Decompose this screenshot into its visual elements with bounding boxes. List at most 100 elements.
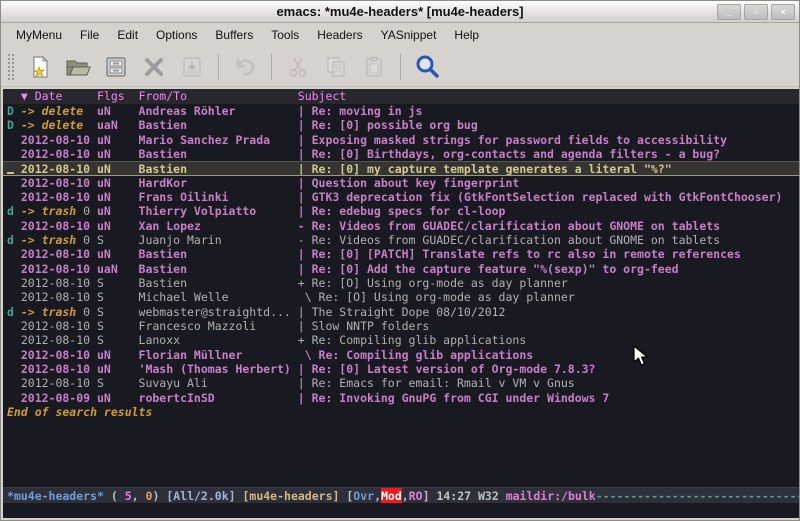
message-row[interactable]: 2012-08-10SLanoxx+ Re: Compiling glib ap… <box>3 333 799 347</box>
close-buffer-icon[interactable] <box>137 51 171 83</box>
message-row[interactable]: 2012-08-10SMichael Welle \ Re: [O] Using… <box>3 290 799 304</box>
undo-icon <box>228 51 262 83</box>
column-subject[interactable]: Subject <box>298 89 799 104</box>
mark-letter <box>7 333 21 347</box>
message-row[interactable]: 2012-08-10SFrancesco Mazzoli| Slow NNTP … <box>3 319 799 333</box>
toolbar-grip[interactable] <box>7 53 15 81</box>
message-row[interactable]: 2012-08-10uNHardKor| Question about key … <box>3 176 799 190</box>
menu-options[interactable]: Options <box>147 25 206 45</box>
menu-mymenu[interactable]: MyMenu <box>7 25 71 45</box>
message-row[interactable]: d-> trash 0SJuanjo Marin- Re: Videos fro… <box>3 233 799 247</box>
column-from-to[interactable]: From/To <box>139 89 298 104</box>
from-cell: Andreas Röhler <box>139 104 298 118</box>
menu-edit[interactable]: Edit <box>108 25 147 45</box>
date-cell: -> trash 0 <box>21 204 97 218</box>
message-row[interactable]: 2012-08-10uNBastien| Re: [0] [PATCH] Tra… <box>3 247 799 261</box>
subject-cell: | Re: [0] my capture template generates … <box>298 162 799 174</box>
new-file-icon[interactable] <box>23 51 57 83</box>
mark-letter <box>7 391 21 405</box>
message-row[interactable]: D-> deleteuaNBastien| Re: [0] possible o… <box>3 118 799 132</box>
date-text: 2012-08-10 <box>21 319 90 333</box>
message-row[interactable]: 2012-08-10uNBastien| Re: [0] my capture … <box>3 161 799 175</box>
subject-cell: + Re: Compiling glib applications <box>298 333 799 347</box>
mark-letter <box>7 190 21 204</box>
message-row[interactable]: 2012-08-10uNMario Sanchez Prada| Exposin… <box>3 133 799 147</box>
date-text: 2012-08-10 <box>21 147 90 161</box>
mark-letter <box>7 176 21 190</box>
menu-headers[interactable]: Headers <box>308 25 371 45</box>
message-row[interactable]: 2012-08-09uNrobertcInSD| Re: Invoking Gn… <box>3 391 799 405</box>
maximize-button[interactable]: ▫ <box>744 4 768 20</box>
from-cell: Thierry Volpiatto <box>139 204 298 218</box>
column-flags[interactable]: Flgs <box>97 89 139 104</box>
mark-letter <box>7 362 21 376</box>
mark-letter <box>7 262 21 276</box>
date-suffix: 0 <box>76 233 90 247</box>
column-date-sorted-desc[interactable]: ▼ Date <box>21 89 97 104</box>
message-list: D-> deleteuNAndreas Röhler| Re: moving i… <box>3 104 799 405</box>
date-cell: -> delete <box>21 104 97 118</box>
close-button[interactable]: × <box>771 4 795 20</box>
frame-text-area: ▼ Date Flgs From/To Subject D-> deleteuN… <box>1 88 800 521</box>
message-row[interactable]: 2012-08-10uNBastien| Re: [0] Birthdays, … <box>3 147 799 161</box>
modeline-segment: [mu4e-headers] <box>242 488 346 503</box>
minimize-button[interactable]: _ <box>717 4 741 20</box>
echo-area <box>3 503 799 518</box>
mark-letter <box>7 133 21 147</box>
emacs-window: emacs: *mu4e-headers* [mu4e-headers] _ ▫… <box>0 0 800 521</box>
toolbar-separator <box>400 54 401 80</box>
cut-icon <box>281 51 315 83</box>
message-row[interactable]: 2012-08-10SSuvayu Ali| Re: Emacs for ema… <box>3 376 799 390</box>
modeline-segment: ) <box>152 488 166 503</box>
from-cell: Francesco Mazzoli <box>139 319 298 333</box>
subject-cell: | Re: Emacs for email: Rmail v VM v Gnus <box>298 376 799 390</box>
message-row[interactable]: d-> trash 0Swebmaster@straightd...| The … <box>3 305 799 319</box>
titlebar: emacs: *mu4e-headers* [mu4e-headers] _ ▫… <box>1 1 799 23</box>
mark-letter <box>7 247 21 261</box>
message-row[interactable]: 2012-08-10uNXan Lopez- Re: Videos from G… <box>3 219 799 233</box>
search-icon[interactable] <box>410 51 444 83</box>
subject-cell: | GTK3 deprecation fix (GtkFontSelection… <box>298 190 799 204</box>
message-row[interactable]: 2012-08-10uN'Mash (Thomas Herbert)| Re: … <box>3 362 799 376</box>
subject-cell: | Re: [0] Add the capture feature "%(sex… <box>298 262 799 276</box>
from-cell: Juanjo Marin <box>139 233 298 247</box>
mark-letter: d <box>7 305 21 319</box>
mouse-cursor <box>633 345 651 372</box>
flags-cell: S <box>97 233 139 247</box>
date-cell: 2012-08-10 <box>21 333 97 347</box>
mu4e-headers-buffer: ▼ Date Flgs From/To Subject D-> deleteuN… <box>3 89 799 518</box>
message-row[interactable]: D-> deleteuNAndreas Röhler| Re: moving i… <box>3 104 799 118</box>
message-row[interactable]: d-> trash 0uNThierry Volpiatto| Re: edeb… <box>3 204 799 218</box>
menu-help[interactable]: Help <box>445 25 488 45</box>
from-cell: webmaster@straightd... <box>139 305 298 319</box>
mode-line[interactable]: *mu4e-headers* ( 5, 0) [All/2.0k] [mu4e-… <box>3 487 799 503</box>
flags-cell: uaN <box>97 262 139 276</box>
from-cell: Suvayu Ali <box>139 376 298 390</box>
message-row[interactable]: 2012-08-10SBastien+ Re: [O] Using org-mo… <box>3 276 799 290</box>
menu-buffers[interactable]: Buffers <box>206 25 262 45</box>
from-cell: Bastien <box>139 262 298 276</box>
from-cell: Bastien <box>139 162 298 174</box>
menu-file[interactable]: File <box>71 25 108 45</box>
mark-letter <box>7 376 21 390</box>
mark-letter: d <box>7 233 21 247</box>
message-row[interactable]: 2012-08-10uNFrans Oilinki| GTK3 deprecat… <box>3 190 799 204</box>
subject-cell: | The Straight Dope 08/10/2012 <box>298 305 799 319</box>
message-row[interactable]: 2012-08-10uaNBastien| Re: [0] Add the ca… <box>3 262 799 276</box>
message-row[interactable]: 2012-08-10uNFlorian Müllner \ Re: Compil… <box>3 348 799 362</box>
subject-cell: | Question about key fingerprint <box>298 176 799 190</box>
date-cell: 2012-08-10 <box>21 376 97 390</box>
from-cell: Bastien <box>139 147 298 161</box>
menu-yasnippet[interactable]: YASnippet <box>372 25 446 45</box>
subject-cell: \ Re: Compiling glib applications <box>298 348 799 362</box>
menu-tools[interactable]: Tools <box>262 25 308 45</box>
save-icon[interactable] <box>99 51 133 83</box>
open-folder-icon[interactable] <box>61 51 95 83</box>
date-cell: 2012-08-10 <box>21 319 97 333</box>
flags-cell: uN <box>97 133 139 147</box>
modeline-segment: , <box>374 488 381 503</box>
flags-cell: uN <box>97 204 139 218</box>
flags-cell: uaN <box>97 118 139 132</box>
flags-cell: uN <box>97 348 139 362</box>
subject-cell: \ Re: [O] Using org-mode as day planner <box>298 290 799 304</box>
